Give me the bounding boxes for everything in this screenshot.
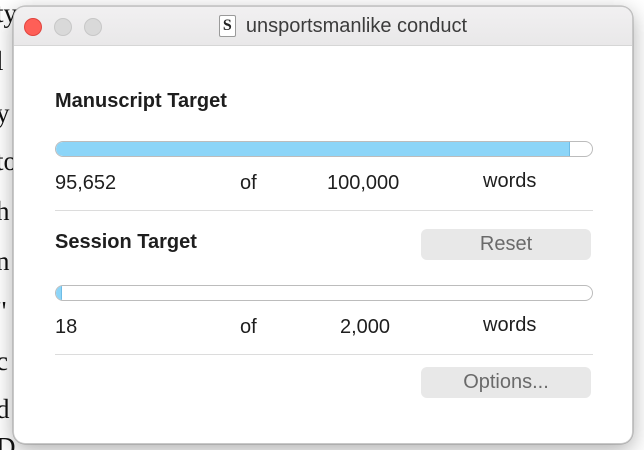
- manuscript-target-count[interactable]: 100,000: [327, 172, 399, 195]
- bg-text-line: h: [0, 196, 10, 226]
- close-window-button[interactable]: [24, 18, 42, 36]
- reset-button[interactable]: Reset: [421, 229, 591, 260]
- session-progress-fill: [56, 286, 62, 300]
- session-of-label: of: [240, 316, 257, 338]
- manuscript-current-count: 95,652: [55, 172, 117, 194]
- window-title: unsportsmanlike conduct: [245, 14, 468, 37]
- manuscript-of-label: of: [240, 172, 257, 194]
- manuscript-progress-fill: [56, 142, 570, 156]
- session-target-heading: Session Target: [55, 231, 197, 253]
- bg-text-line: c: [0, 346, 8, 376]
- manuscript-unit-label: words: [483, 170, 537, 192]
- document-icon: S: [218, 15, 236, 37]
- section-divider: [55, 210, 593, 211]
- project-targets-panel: S unsportsmanlike conduct Manuscript Tar…: [13, 6, 633, 444]
- bg-text-line: ": [0, 296, 7, 327]
- bg-text-line: d: [0, 394, 10, 424]
- bg-text-line: n: [0, 246, 10, 276]
- section-divider: [55, 354, 593, 355]
- manuscript-target-heading: Manuscript Target: [55, 90, 227, 112]
- session-unit-label: words: [483, 314, 537, 336]
- minimize-window-button[interactable]: [54, 18, 72, 36]
- options-button[interactable]: Options...: [421, 367, 591, 398]
- title-bar[interactable]: S unsportsmanlike conduct: [14, 7, 632, 46]
- session-progress-bar: [55, 285, 593, 301]
- session-target-count[interactable]: 2,000: [340, 316, 390, 339]
- session-current-count: 18: [55, 316, 78, 338]
- bg-text-line: y: [0, 98, 10, 128]
- bg-text-line: l: [0, 46, 4, 77]
- zoom-window-button[interactable]: [84, 18, 102, 36]
- manuscript-progress-bar: [55, 141, 593, 157]
